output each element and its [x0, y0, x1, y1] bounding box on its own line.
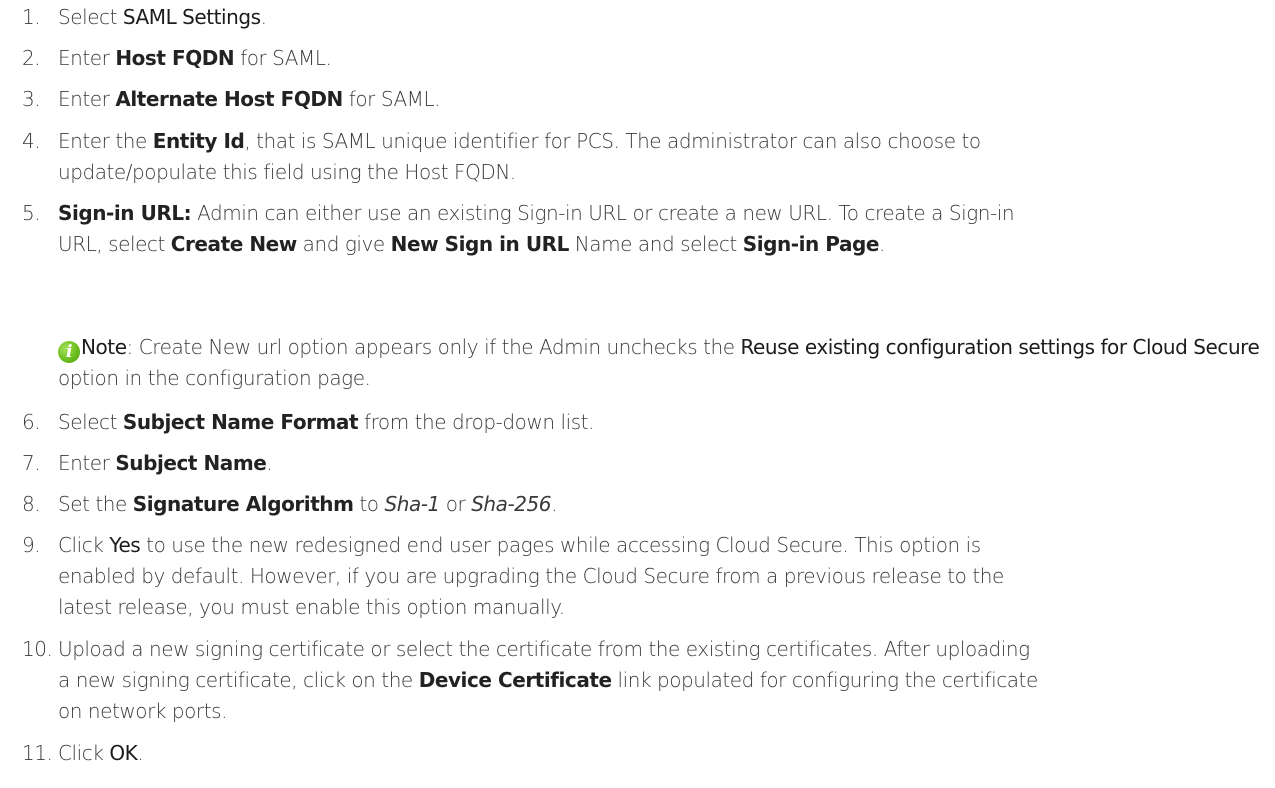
ui-term: Yes — [109, 533, 141, 557]
ui-term: OK — [109, 741, 138, 765]
step-text: Click OK. — [58, 741, 144, 765]
bold-term: Sign-in Page — [742, 232, 880, 256]
bold-term: Sign-in URL: — [58, 201, 192, 225]
step-text: Enter Host FQDN for SAML. — [58, 46, 332, 70]
ui-term: SAML Settings — [122, 5, 261, 29]
step-number: 9. — [22, 533, 41, 557]
italic-term: Sha-1 — [384, 492, 440, 516]
bold-term: Host FQDN — [115, 46, 235, 70]
step-number: 6. — [22, 410, 41, 434]
info-icon: i — [58, 341, 80, 363]
note-block: i Note: Create New url option appears onl… — [58, 332, 1268, 394]
step-text: Enter Alternate Host FQDN for SAML. — [58, 87, 441, 111]
step-text: Click Yes to use the new redesigned end … — [58, 533, 1004, 619]
step-number: 4. — [22, 129, 41, 153]
step-number: 10. — [22, 637, 53, 661]
step-text: Sign-in URL: Admin can either use an exi… — [58, 201, 1015, 256]
bold-term: Device Certificate — [418, 668, 612, 692]
step-text: Upload a new signing certificate or sele… — [58, 637, 1038, 723]
step-text: Enter the Entity Id, that is SAML unique… — [58, 129, 981, 184]
step-number: 5. — [22, 201, 41, 225]
italic-term: Sha-256 — [471, 492, 552, 516]
step-text: Select SAML Settings. — [58, 5, 267, 29]
bold-term: Subject Name Format — [122, 410, 359, 434]
instructions-page: 1. Select SAML Settings. 2. Enter Host F… — [0, 0, 1275, 788]
step-text: Select Subject Name Format from the drop… — [58, 410, 594, 434]
step-text: Enter Subject Name. — [58, 451, 273, 475]
step-number: 11. — [22, 741, 53, 765]
step-number: 8. — [22, 492, 41, 516]
step-number: 7. — [22, 451, 41, 475]
note-label: Note — [81, 335, 127, 359]
step-text: Set the Signature Algorithm to Sha-1 or … — [58, 492, 557, 516]
bold-term: Alternate Host FQDN — [115, 87, 343, 111]
bold-term: Entity Id — [152, 129, 245, 153]
note-text-end: option in the configuration page. — [58, 366, 371, 390]
note-text: : Create New url option appears only if … — [126, 335, 741, 359]
step-number: 2. — [22, 46, 41, 70]
step-number: 3. — [22, 87, 41, 111]
bold-term: Signature Algorithm — [132, 492, 354, 516]
ui-term: Reuse existing configuration settings fo… — [740, 335, 1260, 359]
bold-term: Create New — [170, 232, 297, 256]
bold-term: New Sign in URL — [390, 232, 570, 256]
step-number: 1. — [22, 5, 41, 29]
bold-term: Subject Name — [115, 451, 267, 475]
